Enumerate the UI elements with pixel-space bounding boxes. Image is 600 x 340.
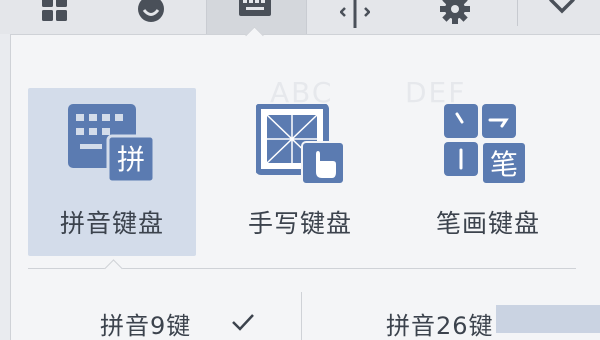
- svg-text:笔: 笔: [490, 148, 518, 181]
- layout-option-label: 拼音26键: [386, 312, 494, 340]
- stroke-keyboard-icon: 笔: [444, 104, 527, 184]
- keyboard-switcher: ABC DEF 拼 拼音键盘 手写键盘 笔 笔画键盘 拼音9键 拼音26键: [0, 0, 600, 340]
- pinyin-keyboard-icon: 拼: [68, 104, 156, 184]
- handwriting-keyboard-option[interactable]: 手写键盘: [216, 88, 384, 256]
- keyboard-icon: [239, 0, 271, 16]
- keyboard-option-label: 手写键盘: [247, 209, 352, 238]
- checkmark-icon: [232, 314, 254, 331]
- pinyin-26-key-option[interactable]: 拼音26键: [386, 306, 494, 340]
- watermark: [496, 305, 600, 333]
- toolbar-divider: [517, 0, 518, 26]
- emoji-icon: [138, 0, 164, 22]
- gear-icon: [440, 0, 470, 24]
- toolbar-collapse-button[interactable]: [532, 0, 592, 34]
- grid-icon: [42, 0, 67, 21]
- keyboard-option-label: 笔画键盘: [435, 209, 540, 238]
- layout-option-label: 拼音9键: [100, 312, 192, 340]
- chevron-down-icon: [549, 0, 575, 14]
- keyboard-option-label: 拼音键盘: [59, 209, 164, 238]
- cursor-move-icon: [340, 0, 370, 28]
- toolbar-cursor-button[interactable]: [322, 0, 388, 34]
- layout-divider: [301, 292, 302, 340]
- ime-toolbar: [0, 0, 600, 34]
- svg-text:拼: 拼: [117, 143, 145, 176]
- handwriting-keyboard-icon: [256, 104, 345, 185]
- toolbar-settings-button[interactable]: [422, 0, 488, 34]
- toolbar-emoji-button[interactable]: [118, 0, 184, 34]
- pinyin-9-key-option[interactable]: 拼音9键: [100, 306, 191, 340]
- stroke-keyboard-option[interactable]: 笔 笔画键盘: [404, 88, 572, 256]
- pinyin-keyboard-option[interactable]: 拼 拼音键盘: [28, 88, 196, 256]
- toolbar-grid-button[interactable]: [22, 0, 88, 34]
